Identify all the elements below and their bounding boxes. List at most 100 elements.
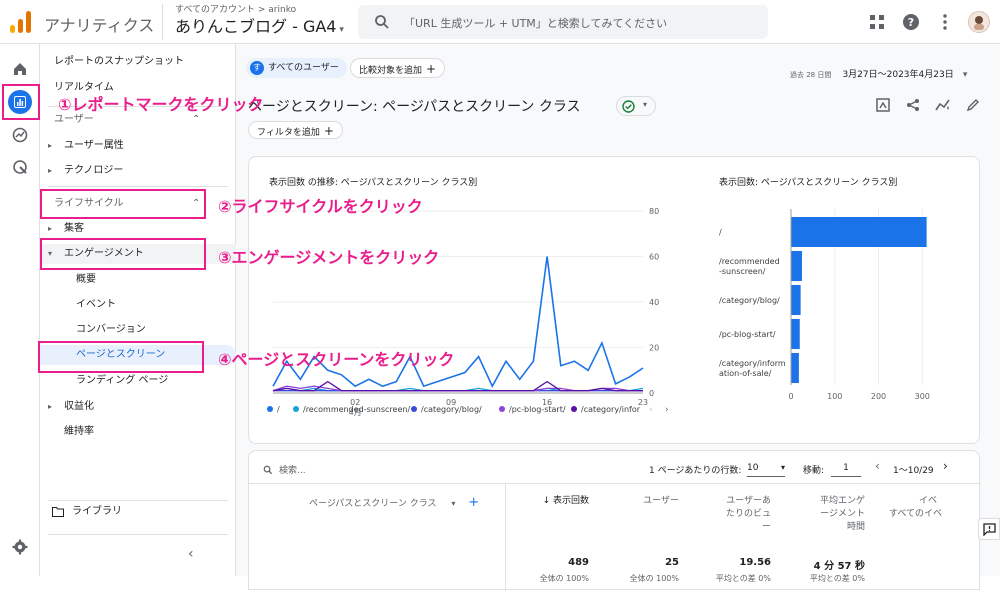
rows-per-page-value: 10 <box>747 463 759 473</box>
date-range-selector[interactable]: 過去 28 日間 3月27日〜2023年4月23日 ▾ <box>790 62 967 81</box>
total-users: 25 <box>665 557 679 568</box>
page-title: ページとスクリーン: ページパスとスクリーン クラス <box>248 99 581 115</box>
chevron-down-icon: ▾ <box>780 463 785 472</box>
account-selector[interactable]: すべてのアカウント > arinko ありんこブログ - GA4 ▾ <box>162 4 344 40</box>
bar-category-label: /recommended <box>719 257 780 266</box>
nav-acquisition[interactable]: ▸ 集客 <box>40 219 236 239</box>
legend-swatch <box>571 406 577 412</box>
highlight-lifecycle <box>40 189 206 219</box>
bar-chart-title: 表示回数: ページパスとスクリーン クラス別 <box>719 178 898 188</box>
bar <box>791 319 800 349</box>
segment-label: すべてのユーザー <box>268 63 339 73</box>
header-users[interactable]: ユーザー <box>609 495 679 508</box>
header-views[interactable]: ↓ 表示回数 <box>515 495 589 508</box>
search-box[interactable]: 「URL 生成ツール + UTM」と検索してみてください <box>358 5 768 39</box>
segment-chip[interactable]: すすべてのユーザー <box>246 58 347 78</box>
y-tick-label: 20 <box>649 344 659 353</box>
date-prefix: 過去 28 日間 <box>790 71 832 79</box>
legend-swatch <box>267 406 273 412</box>
total-views-sub: 全体の 100% <box>539 574 589 583</box>
divider <box>249 483 981 484</box>
nav-landing-page[interactable]: ランディング ページ <box>76 371 226 391</box>
highlight-engagement <box>40 238 206 270</box>
nav-snapshot[interactable]: レポートのスナップショット <box>54 52 234 72</box>
rows-per-page-label: 1 ページあたりの行数: <box>649 466 742 476</box>
series-line <box>272 380 643 392</box>
add-dimension-plus-icon[interactable]: + <box>468 495 479 510</box>
feedback-icon <box>983 523 996 536</box>
date-range: 3月27日〜2023年4月23日 <box>842 70 954 80</box>
caret-right-icon: ▸ <box>48 141 53 150</box>
nav-library[interactable]: ライブラリ <box>40 502 236 522</box>
status-dropdown[interactable]: ▾ <box>616 96 656 116</box>
bar-category-label: / <box>719 228 722 237</box>
y-tick-label: 80 <box>649 207 659 216</box>
collapse-nav-icon[interactable]: ‹ <box>188 546 194 562</box>
next-page-icon[interactable]: › <box>943 459 948 473</box>
nav-overview[interactable]: 概要 <box>76 270 226 290</box>
nav-conversions[interactable]: コンバージョン <box>76 320 226 340</box>
analytics-logo-icon[interactable] <box>10 11 32 33</box>
customize-report-icon[interactable] <box>872 94 894 116</box>
more-vert-icon[interactable] <box>934 11 956 33</box>
legend-label: / <box>277 405 280 414</box>
header-avg-engagement-line2: ージメント <box>820 509 865 519</box>
add-comparison-button[interactable]: 比較対象を追加 + <box>350 58 446 78</box>
header-events[interactable]: イベ すべてのイベ <box>889 495 977 521</box>
search-placeholder: 「URL 生成ツール + UTM」と検索してみてください <box>404 17 668 30</box>
rows-per-page-select[interactable]: 10 ▾ <box>747 459 785 477</box>
prev-page-icon[interactable]: ‹ <box>875 459 880 473</box>
goto-label: 移動: <box>803 466 825 476</box>
svg-text:?: ? <box>908 16 914 29</box>
explore-icon[interactable] <box>9 124 31 146</box>
nav-user-attributes[interactable]: ▸ ユーザー属性 <box>40 136 236 156</box>
legend-next-icon: › <box>665 405 669 415</box>
annotation-step1: ①レポートマークをクリック <box>58 95 264 114</box>
settings-gear-icon[interactable] <box>9 536 31 558</box>
app-title: アナリティクス <box>44 16 155 35</box>
header-events-line2: すべてのイベ <box>889 509 943 519</box>
insights-icon[interactable] <box>932 94 954 116</box>
bar <box>791 217 927 247</box>
plus-icon: + <box>426 62 437 76</box>
add-comparison-label: 比較対象を追加 <box>359 66 423 76</box>
dimension-header-label: ページパスとスクリーン クラス <box>309 499 437 509</box>
bar-chart: 0 100 200 300 / /recommended-sunscreen/ /categ… <box>719 209 930 401</box>
legend-label: /pc-blog-start/ <box>509 405 566 414</box>
header-avg-engagement[interactable]: 平均エンゲ ージメント 時間 <box>789 495 865 534</box>
line-chart: 80604020002 09 16 234月//recommended-sunscre… <box>267 207 669 417</box>
bar <box>791 285 801 315</box>
annotation-step3: ③エンゲージメントをクリック <box>218 248 440 267</box>
home-icon[interactable] <box>9 58 31 80</box>
x-tick-label: 300 <box>915 392 930 401</box>
nav-retention[interactable]: 維持率 <box>64 422 224 442</box>
total-views-per-user-sub: 平均との差 0% <box>715 574 771 583</box>
annotation-step4: ④ページとスクリーンをクリック <box>218 350 455 369</box>
divider <box>48 186 228 187</box>
bar-category-label: /pc-blog-start/ <box>719 330 776 339</box>
caret-right-icon: ▸ <box>48 224 53 233</box>
feedback-button[interactable] <box>978 518 1000 540</box>
chevron-down-icon: ▾ <box>451 499 456 508</box>
nav-events[interactable]: イベント <box>76 295 226 315</box>
check-circle-icon <box>622 100 635 113</box>
y-tick-label: 40 <box>649 298 659 307</box>
advertising-icon[interactable] <box>9 156 31 178</box>
legend-prev-icon: ‹ <box>649 405 653 415</box>
share-icon[interactable] <box>902 94 924 116</box>
total-views-per-user: 19.56 <box>739 557 771 568</box>
goto-input[interactable]: 1 <box>831 459 861 477</box>
dimension-header[interactable]: ページパスとスクリーン クラス ▾ + <box>309 495 479 510</box>
avatar[interactable] <box>968 11 990 33</box>
apps-grid-icon[interactable] <box>866 11 888 33</box>
icon-rail <box>0 44 40 576</box>
add-filter-button[interactable]: フィルタを追加 + <box>248 121 343 139</box>
edit-pencil-icon[interactable] <box>962 94 984 116</box>
help-icon[interactable]: ? <box>900 11 922 33</box>
nav-monetization[interactable]: ▸ 収益化 <box>40 397 236 417</box>
nav-technology[interactable]: ▸ テクノロジー <box>40 161 236 181</box>
table-search[interactable]: 検索... <box>259 459 439 479</box>
bar-category-label: ation-of-sale/ <box>719 369 772 378</box>
header-views-per-user[interactable]: ユーザーあ たりのビュ ー <box>695 495 771 534</box>
search-icon <box>263 465 273 475</box>
